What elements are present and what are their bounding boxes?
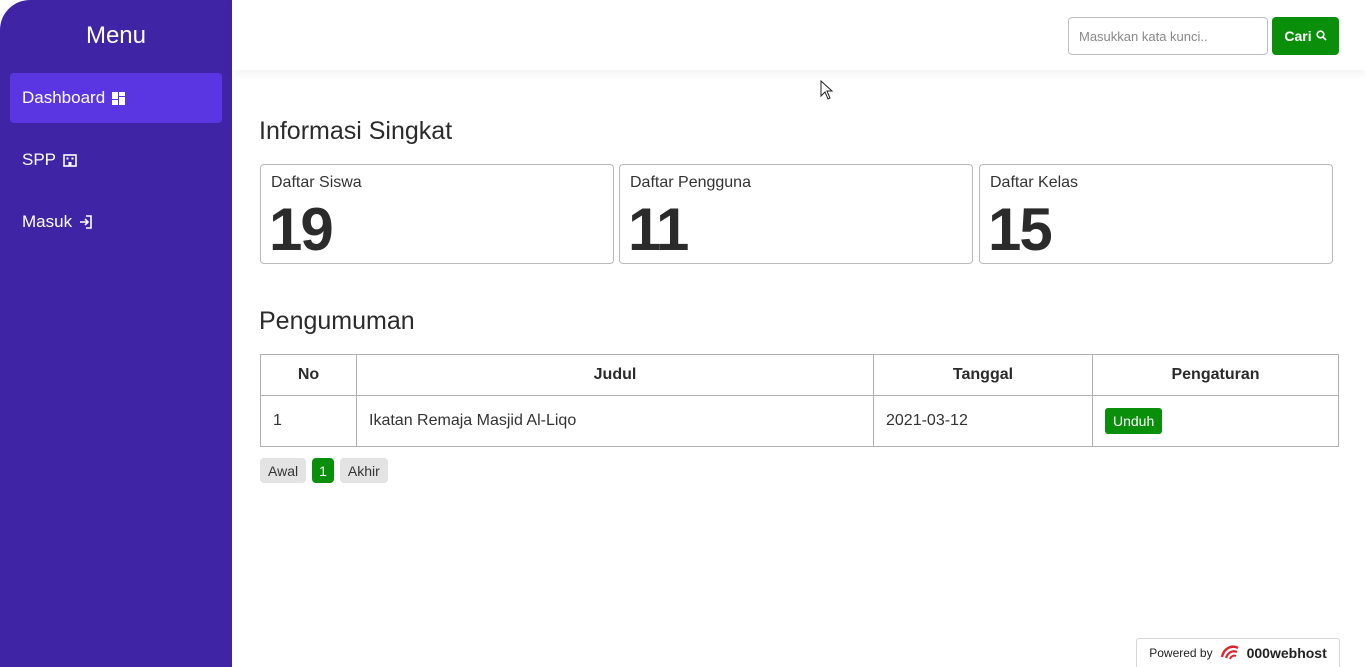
column-header-no: No: [260, 354, 357, 396]
sidebar-item-spp[interactable]: SPP: [10, 135, 222, 185]
powered-by-brand: 000webhost: [1246, 645, 1327, 661]
powered-by-text: Powered by: [1149, 646, 1213, 660]
stat-card-value: 11: [628, 196, 689, 263]
top-bar: Cari: [232, 0, 1366, 70]
stat-card-label: Daftar Siswa: [271, 174, 362, 191]
sidebar-title: Menu: [85, 22, 147, 49]
sidebar: Menu Dashboard SPP Masuk: [0, 0, 232, 667]
mouse-cursor-icon: [820, 79, 834, 105]
pagination-last[interactable]: Akhir: [339, 458, 388, 483]
stat-card-kelas: Daftar Kelas 15: [979, 164, 1333, 264]
table-header-row: No Judul Tanggal Pengaturan: [260, 354, 1339, 396]
webhost-logo-icon: [1219, 643, 1241, 664]
cell-no: 1: [260, 395, 357, 447]
search-button-label: Cari: [1284, 28, 1312, 44]
pagination: Awal 1 Akhir: [260, 458, 388, 483]
announcement-section-title: Pengumuman: [259, 307, 415, 335]
login-icon: [79, 215, 93, 229]
cell-tanggal: 2021-03-12: [873, 395, 1093, 447]
search-input[interactable]: [1068, 17, 1268, 55]
building-icon: [63, 153, 77, 167]
sidebar-item-dashboard[interactable]: Dashboard: [10, 73, 222, 123]
dashboard-icon: [112, 91, 126, 105]
sidebar-item-label: Dashboard: [22, 88, 106, 107]
stat-card-label: Daftar Kelas: [990, 174, 1079, 191]
stat-card-pengguna: Daftar Pengguna 11: [619, 164, 973, 264]
cell-pengaturan: Unduh: [1092, 395, 1339, 447]
column-header-pengaturan: Pengaturan: [1092, 354, 1339, 396]
sidebar-item-label: SPP: [22, 150, 57, 169]
sidebar-item-masuk[interactable]: Masuk: [10, 197, 222, 247]
pagination-page-current[interactable]: 1: [312, 458, 334, 483]
stat-card-value: 19: [269, 196, 334, 263]
column-header-judul: Judul: [356, 354, 874, 396]
table-row: 1 Ikatan Remaja Masjid Al-Liqo 2021-03-1…: [260, 395, 1339, 447]
sidebar-item-label: Masuk: [22, 212, 73, 231]
search-icon: [1316, 28, 1327, 44]
column-header-tanggal: Tanggal: [873, 354, 1093, 396]
stat-card-value: 15: [988, 196, 1053, 263]
announcement-table: No Judul Tanggal Pengaturan 1 Ikatan Rem…: [260, 354, 1339, 447]
info-section-title: Informasi Singkat: [259, 117, 453, 145]
search-button[interactable]: Cari: [1272, 17, 1339, 55]
stat-card-label: Daftar Pengguna: [630, 174, 751, 191]
download-button[interactable]: Unduh: [1105, 408, 1163, 434]
powered-by-badge[interactable]: Powered by 000webhost: [1136, 638, 1340, 667]
pagination-first[interactable]: Awal: [260, 458, 307, 483]
stat-card-siswa: Daftar Siswa 19: [260, 164, 614, 264]
cell-judul: Ikatan Remaja Masjid Al-Liqo: [356, 395, 874, 447]
